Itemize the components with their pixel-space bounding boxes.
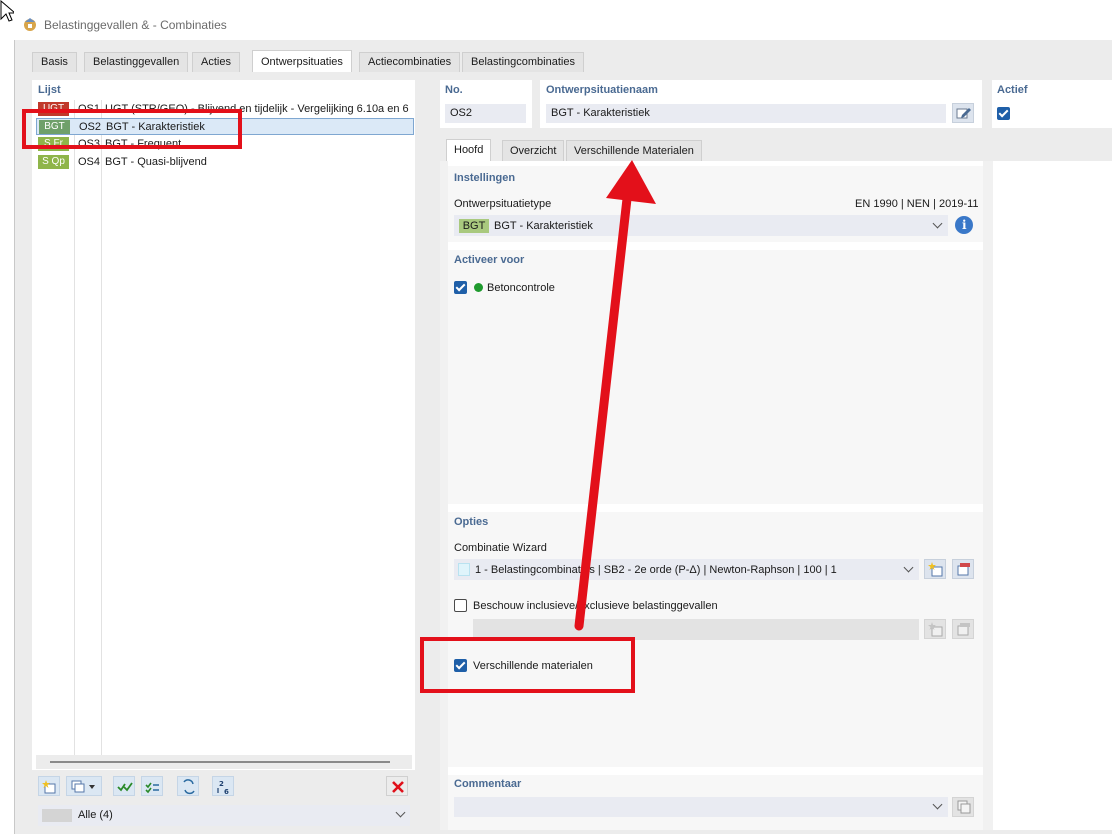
new-wizard-button[interactable] bbox=[924, 559, 946, 579]
activeer-title: Activeer voor bbox=[454, 254, 525, 266]
title-bar: Belastinggevallen & - Combinaties bbox=[14, 10, 1112, 40]
betoncontrole-checkbox[interactable] bbox=[454, 281, 467, 294]
svg-text:2: 2 bbox=[219, 780, 224, 788]
list-item-name: BGT - Quasi-blijvend bbox=[105, 156, 207, 168]
window-title: Belastinggevallen & - Combinaties bbox=[44, 18, 227, 32]
type-label: Ontwerpsituatietype bbox=[454, 198, 552, 210]
wizard-label: Combinatie Wizard bbox=[454, 542, 547, 554]
instellingen-title: Instellingen bbox=[454, 172, 516, 184]
filter-select[interactable]: Alle (4) bbox=[38, 805, 410, 826]
side-panel-bottom bbox=[993, 775, 1112, 830]
toggle-check-icon bbox=[145, 782, 159, 794]
new-item-icon bbox=[42, 780, 56, 794]
edit-name-button[interactable] bbox=[952, 103, 974, 123]
edit-list-icon bbox=[957, 563, 970, 576]
toggle-check-button[interactable] bbox=[141, 776, 163, 796]
tab-ontwerpsituaties[interactable]: Ontwerpsituaties bbox=[252, 50, 352, 72]
annotation-arrow bbox=[574, 160, 656, 631]
info-icon[interactable]: i bbox=[955, 216, 973, 234]
number-label: No. bbox=[445, 84, 463, 96]
list-column-divider bbox=[74, 100, 75, 755]
opties-title: Opties bbox=[454, 516, 489, 528]
list-item-number: OS4 bbox=[78, 156, 101, 168]
active-checkbox[interactable] bbox=[997, 107, 1010, 120]
copy-icon bbox=[957, 800, 971, 814]
copy-icon bbox=[71, 780, 95, 793]
name-field[interactable]: BGT - Karakteristiek bbox=[546, 104, 946, 123]
wizard-color-swatch bbox=[458, 563, 470, 576]
betoncontrole-label: Betoncontrole bbox=[487, 282, 555, 294]
comment-field[interactable] bbox=[454, 797, 948, 817]
copy-item-button[interactable] bbox=[66, 776, 102, 796]
edit-list-icon bbox=[957, 623, 970, 636]
filter-value: Alle (4) bbox=[78, 809, 113, 821]
tab-actiecombinaties[interactable]: Actiecombinaties bbox=[359, 52, 461, 72]
list-item[interactable]: S Qp OS4 BGT - Quasi-blijvend bbox=[36, 154, 414, 171]
renumber-icon bbox=[183, 779, 195, 795]
svg-text:6: 6 bbox=[224, 788, 229, 795]
standard-label: EN 1990 | NEN | 2019-11 bbox=[855, 198, 979, 210]
status-dot-icon bbox=[474, 283, 483, 292]
delete-button[interactable] bbox=[386, 776, 408, 796]
sort-numbers-icon: 26 bbox=[217, 780, 229, 795]
side-panel bbox=[993, 166, 1112, 766]
wizard-select[interactable]: 1 - Belastingcombinaties | SB2 - 2e orde… bbox=[454, 559, 919, 580]
chevron-down-icon bbox=[932, 799, 943, 810]
app-icon bbox=[24, 18, 36, 31]
tab-belastinggevallen[interactable]: Belastinggevallen bbox=[84, 52, 189, 72]
list-panel bbox=[32, 80, 415, 830]
horizontal-scrollbar[interactable] bbox=[36, 755, 412, 769]
new-item-icon bbox=[928, 622, 943, 637]
tab-overzicht[interactable]: Overzicht bbox=[502, 140, 565, 161]
new-item-icon bbox=[928, 562, 943, 577]
scrollbar-thumb[interactable] bbox=[50, 761, 390, 763]
tab-acties[interactable]: Acties bbox=[192, 52, 240, 72]
number-field[interactable]: OS2 bbox=[445, 104, 526, 123]
list-title: Lijst bbox=[38, 84, 61, 96]
new-item-button[interactable] bbox=[38, 776, 60, 796]
situation-badge: S Qp bbox=[38, 155, 69, 169]
annotation-box-materials bbox=[420, 637, 635, 693]
filter-color-swatch bbox=[42, 809, 72, 822]
tab-hoofd[interactable]: Hoofd bbox=[446, 139, 492, 162]
type-badge: BGT bbox=[459, 219, 489, 233]
chevron-down-icon bbox=[903, 562, 914, 573]
inclusive-checkbox[interactable] bbox=[454, 599, 467, 612]
tab-content-gutter bbox=[983, 161, 993, 830]
chevron-down-icon bbox=[932, 218, 943, 229]
renumber-button[interactable] bbox=[177, 776, 199, 796]
tab-belastingcombinaties[interactable]: Belastingcombinaties bbox=[462, 52, 584, 72]
commentaar-title: Commentaar bbox=[454, 778, 522, 790]
situation-type-select[interactable]: BGT BGT - Karakteristiek bbox=[454, 215, 948, 236]
list-column-divider bbox=[101, 100, 102, 755]
edit-wizard-button[interactable] bbox=[952, 559, 974, 579]
tab-basis[interactable]: Basis bbox=[32, 52, 77, 72]
chevron-down-icon bbox=[395, 807, 406, 818]
delete-icon bbox=[392, 781, 404, 793]
edit-inclusive-button[interactable] bbox=[952, 619, 974, 639]
annotation-box-list-selection bbox=[22, 109, 242, 149]
sort-numbers-button[interactable]: 26 bbox=[212, 776, 234, 796]
check-all-icon bbox=[117, 782, 133, 792]
new-inclusive-button[interactable] bbox=[924, 619, 946, 639]
tab-content-gutter bbox=[440, 161, 448, 830]
name-label: Ontwerpsituatienaam bbox=[546, 84, 658, 96]
copy-comment-button[interactable] bbox=[952, 797, 974, 817]
edit-icon bbox=[956, 108, 971, 119]
active-label: Actief bbox=[997, 84, 1028, 96]
check-all-button[interactable] bbox=[113, 776, 135, 796]
